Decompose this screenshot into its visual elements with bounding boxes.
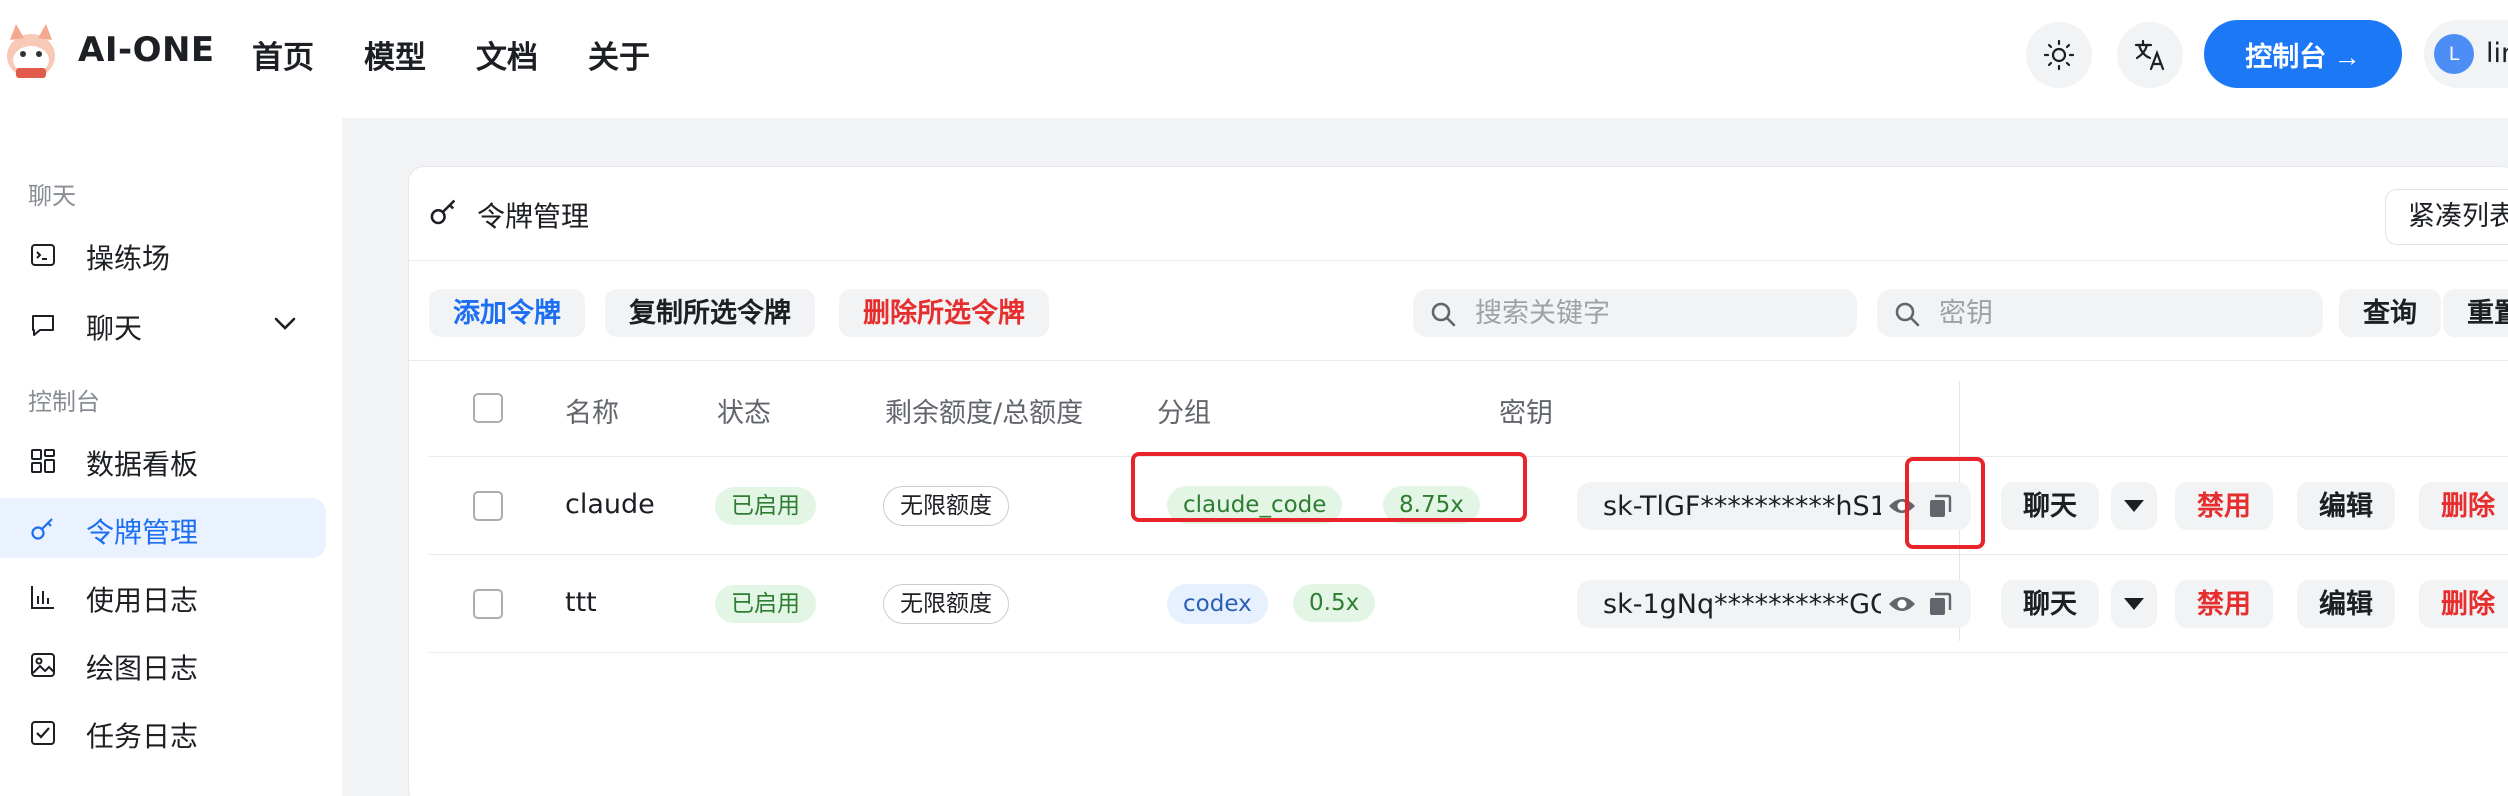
- sidebar-item-label: 任务日志: [86, 720, 199, 753]
- sidebar-item-usage-log[interactable]: 使用日志: [0, 566, 326, 626]
- sidebar-item-token-management[interactable]: 令牌管理: [0, 498, 326, 558]
- query-button[interactable]: 查询: [2339, 289, 2441, 337]
- delete-button[interactable]: 删除: [2419, 580, 2508, 628]
- token-name: claude: [565, 489, 655, 520]
- sidebar-item-chat[interactable]: 聊天: [0, 294, 326, 354]
- theme-toggle-button[interactable]: [2026, 22, 2092, 88]
- bar-chart-icon: [31, 586, 54, 609]
- group-badge: codex: [1167, 584, 1268, 624]
- token-name: ttt: [565, 587, 597, 618]
- chat-button[interactable]: 聊天: [2001, 580, 2099, 628]
- language-button[interactable]: [2117, 22, 2183, 88]
- copy-icon[interactable]: [1927, 591, 1953, 617]
- nav-docs[interactable]: 文档: [476, 32, 538, 77]
- sidebar-item-label: 数据看板: [86, 448, 199, 481]
- search-icon: [1431, 302, 1456, 327]
- token-card: 令牌管理 紧凑列表 添加令牌 复制所选令牌 删除所选令牌 查询: [408, 166, 2508, 796]
- top-header: AI-ONE 首页 模型 文档 关于 控制台 → L lin: [0, 0, 2508, 118]
- caret-down-icon: [2124, 500, 2144, 512]
- column-key[interactable]: 密钥: [1499, 391, 1553, 430]
- edit-button[interactable]: 编辑: [2297, 580, 2395, 628]
- caret-down-icon: [2124, 598, 2144, 610]
- row-checkbox[interactable]: [473, 491, 503, 521]
- column-quota[interactable]: 剩余额度/总额度: [885, 391, 1083, 430]
- reset-button[interactable]: 重置: [2443, 289, 2508, 337]
- user-name: lin: [2486, 38, 2508, 69]
- disable-button[interactable]: 禁用: [2175, 482, 2273, 530]
- main-nav: 首页 模型 文档 关于: [252, 32, 700, 77]
- checkbox-icon: [31, 721, 55, 745]
- highlight-group-annotation: [1131, 452, 1527, 522]
- user-menu[interactable]: L lin: [2424, 20, 2508, 88]
- sidebar-item-playground[interactable]: 操练场: [0, 224, 326, 284]
- dashboard-grid-icon: [31, 449, 55, 473]
- nav-models[interactable]: 模型: [364, 32, 426, 77]
- search-icon: [1895, 302, 1920, 327]
- nav-home[interactable]: 首页: [252, 32, 314, 77]
- card-header: 令牌管理 紧凑列表: [409, 167, 2508, 261]
- key-value: sk-TlGF**********hS1: [1603, 491, 1881, 522]
- chat-dropdown-button[interactable]: [2111, 580, 2157, 628]
- toolbar: 添加令牌 复制所选令牌 删除所选令牌 查询 重置: [409, 261, 2508, 361]
- sidebar-item-label: 令牌管理: [86, 516, 199, 549]
- column-group[interactable]: 分组: [1157, 391, 1211, 430]
- sidebar-item-dashboard[interactable]: 数据看板: [0, 430, 326, 490]
- avatar: L: [2434, 34, 2474, 74]
- delete-selected-button[interactable]: 删除所选令牌: [839, 289, 1049, 337]
- image-icon: [31, 653, 55, 677]
- status-badge: 已启用: [715, 585, 816, 623]
- sidebar-item-label: 聊天: [86, 312, 143, 345]
- ratio-badge: 0.5x: [1293, 584, 1376, 622]
- copy-selected-button[interactable]: 复制所选令牌: [605, 289, 815, 337]
- chat-dropdown-button[interactable]: [2111, 482, 2157, 530]
- select-all-checkbox[interactable]: [473, 393, 503, 423]
- table-header: 名称 状态 剩余额度/总额度 分组 密钥: [429, 361, 2508, 457]
- column-name[interactable]: 名称: [565, 391, 619, 430]
- sidebar-section-chat: 聊天: [28, 182, 76, 210]
- key-icon: [31, 518, 53, 540]
- edit-button[interactable]: 编辑: [2297, 482, 2395, 530]
- translate-icon: [2134, 39, 2165, 71]
- sidebar-item-label: 绘图日志: [86, 652, 199, 685]
- highlight-copy-annotation: [1905, 457, 1985, 549]
- brand-name[interactable]: AI-ONE: [78, 30, 215, 70]
- sun-icon: [2043, 39, 2075, 71]
- disable-button[interactable]: 禁用: [2175, 580, 2273, 628]
- keyword-search[interactable]: [1413, 289, 1857, 337]
- sidebar-item-task-log[interactable]: 任务日志: [0, 702, 326, 762]
- quota-badge: 无限额度: [883, 486, 1009, 526]
- delete-button[interactable]: 删除: [2419, 482, 2508, 530]
- key-search[interactable]: [1877, 289, 2323, 337]
- sidebar-item-drawing-log[interactable]: 绘图日志: [0, 634, 326, 694]
- sidebar-item-label: 使用日志: [86, 584, 199, 617]
- key-search-input[interactable]: [1939, 289, 2299, 337]
- key-icon: [430, 199, 456, 225]
- key-field: sk-1gNq**********GO: [1577, 580, 1971, 628]
- sidebar-section-console: 控制台: [28, 388, 100, 416]
- console-button[interactable]: 控制台 →: [2204, 20, 2402, 88]
- chat-button[interactable]: 聊天: [2001, 482, 2099, 530]
- chat-bubble-icon: [32, 315, 54, 336]
- quota-badge: 无限额度: [883, 584, 1009, 624]
- status-badge: 已启用: [715, 487, 816, 525]
- column-status[interactable]: 状态: [717, 391, 771, 430]
- add-token-button[interactable]: 添加令牌: [429, 289, 585, 337]
- table-row: ttt 已启用 无限额度 codex 0.5x sk-1gNq*********…: [429, 555, 2508, 653]
- eye-icon[interactable]: [1887, 592, 1917, 616]
- sidebar: 聊天 操练场 聊天 控制台 数据看板 令牌管理 使用日志 绘图日志 任务日志: [0, 118, 342, 796]
- compact-list-button[interactable]: 紧凑列表: [2385, 189, 2508, 245]
- main-content: 令牌管理 紧凑列表 添加令牌 复制所选令牌 删除所选令牌 查询: [342, 118, 2508, 796]
- sidebar-item-label: 操练场: [86, 242, 171, 275]
- nav-about[interactable]: 关于: [588, 32, 650, 77]
- chevron-down-icon[interactable]: [272, 314, 298, 334]
- page-title: 令牌管理: [477, 200, 590, 233]
- keyword-search-input[interactable]: [1475, 289, 1835, 337]
- key-value: sk-1gNq**********GO: [1603, 589, 1881, 620]
- terminal-icon: [31, 244, 55, 266]
- logo-icon: [7, 24, 55, 78]
- row-checkbox[interactable]: [473, 589, 503, 619]
